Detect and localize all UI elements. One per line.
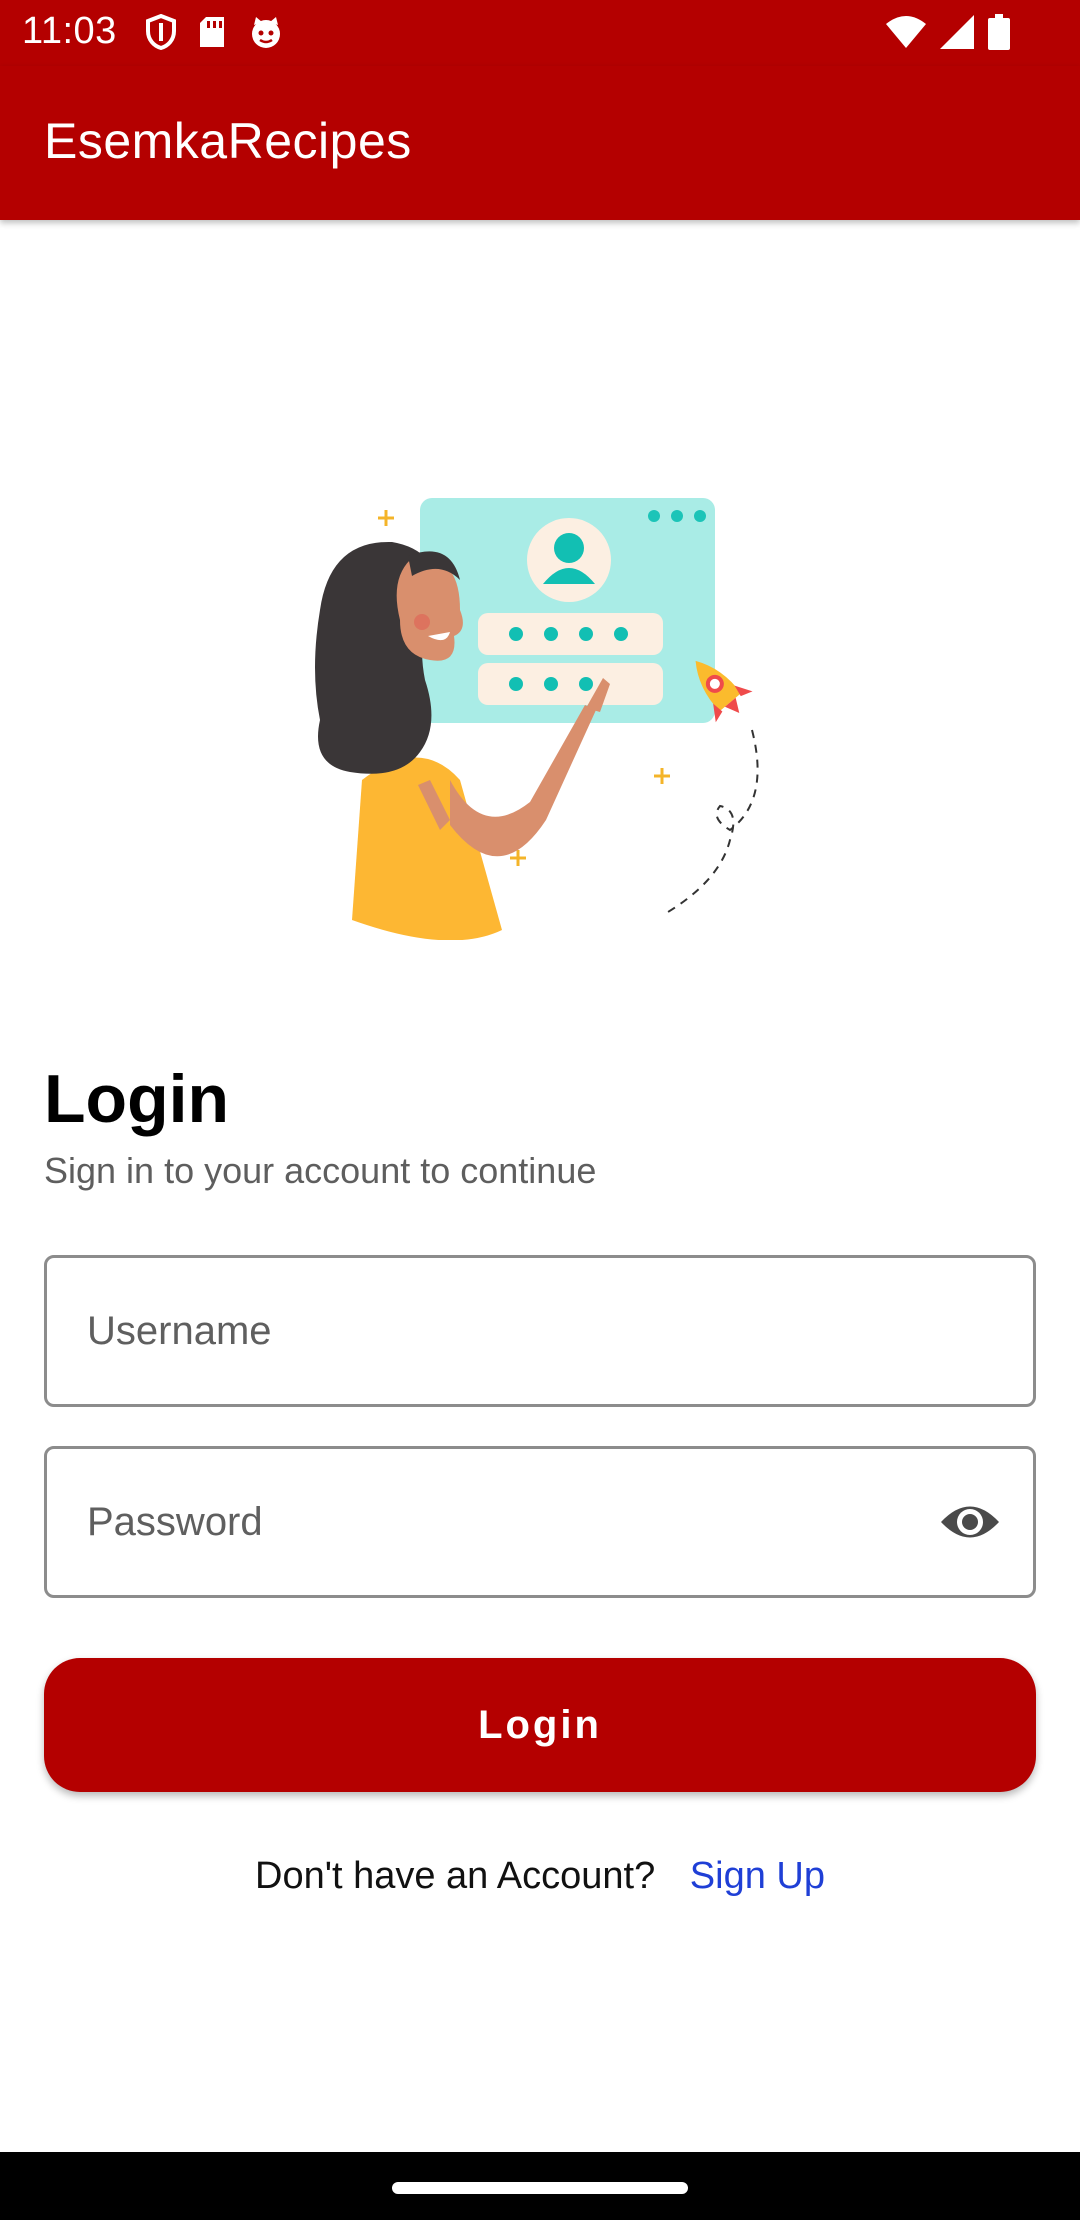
username-field[interactable] [44, 1255, 1036, 1407]
login-subtitle: Sign in to your account to continue [44, 1150, 597, 1191]
signal-icon [940, 15, 974, 49]
app-title: EsemkaRecipes [44, 113, 412, 169]
status-time: 11:03 [22, 10, 117, 52]
password-field[interactable] [44, 1446, 1036, 1598]
battery-icon [988, 14, 1010, 50]
shield-icon [146, 14, 176, 50]
navigation-bar [0, 2152, 1080, 2220]
signup-row: Don't have an Account? Sign Up [0, 1855, 1080, 1898]
signup-question: Don't have an Account? [255, 1855, 656, 1897]
signup-link[interactable]: Sign Up [690, 1855, 825, 1897]
sd-card-icon [200, 17, 224, 47]
login-title: Login [44, 1061, 230, 1137]
home-indicator[interactable] [392, 2182, 688, 2194]
status-left-icons [146, 14, 284, 50]
status-bar: 11:03 [0, 0, 1080, 66]
login-illustration [315, 498, 759, 940]
login-screen: 11:03 EsemkaRecipes Login Sign in to you… [0, 0, 1080, 2220]
wifi-icon [886, 16, 926, 48]
password-input[interactable] [87, 1449, 947, 1595]
cat-face-icon [252, 17, 280, 48]
status-right-icons [886, 14, 1010, 50]
username-input[interactable] [87, 1258, 947, 1404]
eye-icon[interactable] [939, 1497, 1001, 1547]
login-button[interactable]: Login [44, 1658, 1036, 1792]
app-bar: EsemkaRecipes [0, 66, 1080, 220]
